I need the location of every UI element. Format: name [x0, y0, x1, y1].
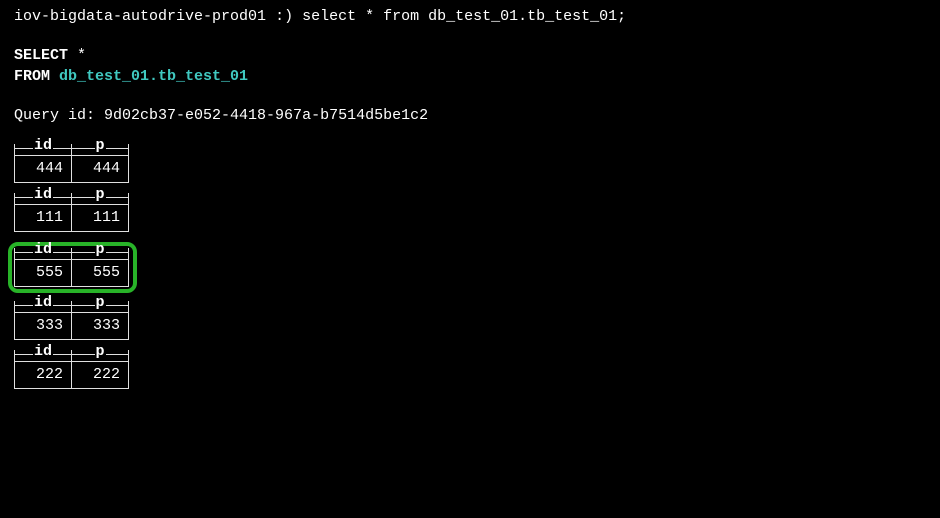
table-name: db_test_01.tb_test_01 — [59, 68, 248, 85]
echo-line-2: FROM db_test_01.tb_test_01 — [14, 66, 926, 87]
cell-p: 555 — [71, 259, 129, 287]
cell-p: 222 — [71, 361, 129, 389]
col-header-id: id — [14, 193, 72, 204]
query-id-label: Query id: — [14, 107, 95, 124]
col-header-id: id — [14, 301, 72, 312]
table-row: 222 222 — [14, 361, 129, 389]
col-header-id: id — [14, 350, 72, 361]
col-header-id: id — [14, 144, 72, 155]
star: * — [77, 47, 86, 64]
cell-id: 111 — [14, 204, 72, 232]
cell-id: 222 — [14, 361, 72, 389]
cell-id: 333 — [14, 312, 72, 340]
result-block-1: id p 111 111 — [14, 193, 129, 232]
col-header-id: id — [14, 248, 72, 259]
table-row: 111 111 — [14, 204, 129, 232]
table-row: 555 555 — [14, 259, 129, 287]
prompt-smiley: :) — [275, 8, 293, 25]
col-header-p: p — [71, 248, 129, 259]
col-header-p: p — [71, 144, 129, 155]
result-block-4: id p 222 222 — [14, 350, 129, 389]
query-id-line: Query id: 9d02cb37-e052-4418-967a-b7514d… — [14, 105, 926, 126]
cell-id: 555 — [14, 259, 72, 287]
cell-p: 333 — [71, 312, 129, 340]
prompt-host: iov-bigdata-autodrive-prod01 — [14, 8, 266, 25]
kw-select: SELECT — [14, 47, 68, 64]
cell-id: 444 — [14, 155, 72, 183]
result-block-0: id p 444 444 — [14, 144, 129, 183]
query-id-value: 9d02cb37-e052-4418-967a-b7514d5be1c2 — [104, 107, 428, 124]
echo-line-1: SELECT * — [14, 45, 926, 66]
highlighted-result: id p 555 555 — [8, 242, 137, 293]
sql-command: select * from db_test_01.tb_test_01; — [302, 8, 626, 25]
table-row: 333 333 — [14, 312, 129, 340]
col-header-p: p — [71, 301, 129, 312]
table-row: 444 444 — [14, 155, 129, 183]
col-header-p: p — [71, 350, 129, 361]
result-block-2: id p 555 555 — [14, 248, 129, 287]
kw-from: FROM — [14, 68, 50, 85]
result-block-3: id p 333 333 — [14, 301, 129, 340]
prompt-line[interactable]: iov-bigdata-autodrive-prod01 :) select *… — [14, 6, 926, 27]
cell-p: 444 — [71, 155, 129, 183]
col-header-p: p — [71, 193, 129, 204]
cell-p: 111 — [71, 204, 129, 232]
